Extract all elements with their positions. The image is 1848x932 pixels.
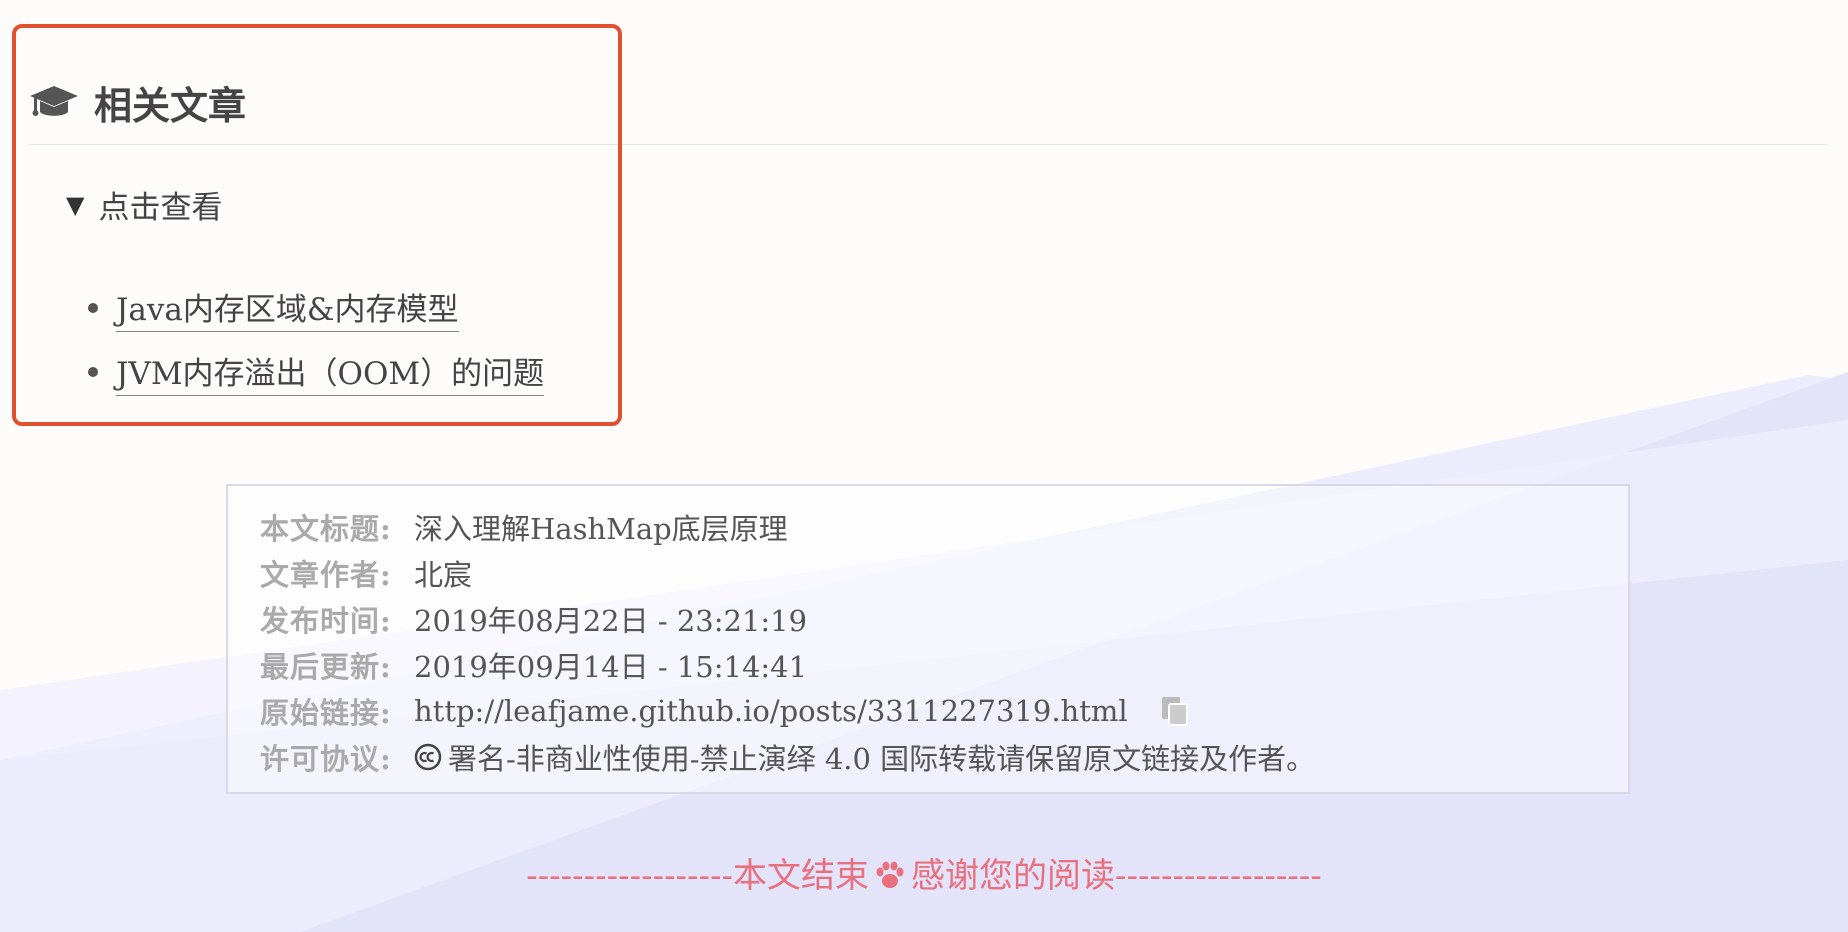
updated-row: 最后更新: 2019年09月14日 - 15:14:41 xyxy=(260,642,1628,688)
details-toggle-label: 点击查看 xyxy=(98,190,223,226)
paw-icon xyxy=(873,859,907,891)
author-row: 文章作者: 北宸 xyxy=(260,550,1628,596)
updated-label: 最后更新: xyxy=(260,650,392,684)
page: 相关文章 ▼ 点击查看 Java内存区域&内存模型 JVM内存溢出（OOM）的问… xyxy=(0,0,1848,932)
list-item: Java内存区域&内存模型 xyxy=(88,276,544,340)
published-label: 发布时间: xyxy=(260,604,392,638)
published-row: 发布时间: 2019年08月22日 - 23:21:19 xyxy=(260,596,1628,642)
related-post-link[interactable]: Java内存区域&内存模型 xyxy=(116,284,459,332)
bullet-icon xyxy=(88,303,98,313)
end-of-article-left: ------------------本文结束 xyxy=(526,856,869,896)
copy-icon[interactable] xyxy=(1160,695,1190,727)
updated-value: 2019年09月14日 - 15:14:41 xyxy=(414,650,808,684)
disclosure-triangle-icon: ▼ xyxy=(66,190,85,219)
post-title-label: 本文标题: xyxy=(260,512,392,546)
post-title-row: 本文标题: 深入理解HashMap底层原理 xyxy=(260,504,1628,550)
original-link-url[interactable]: http://leafjame.github.io/posts/33112273… xyxy=(414,694,1128,728)
copyright-box: 本文标题: 深入理解HashMap底层原理 文章作者: 北宸 发布时间: 201… xyxy=(226,484,1630,794)
creative-commons-icon xyxy=(414,743,442,771)
graduation-cap-icon xyxy=(28,82,80,122)
list-item: JVM内存溢出（OOM）的问题 xyxy=(88,340,545,404)
original-link-label: 原始链接: xyxy=(260,696,392,730)
published-value: 2019年08月22日 - 23:21:19 xyxy=(414,604,808,638)
post-title-value: 深入理解HashMap底层原理 xyxy=(414,512,788,546)
related-posts-list: Java内存区域&内存模型 JVM内存溢出（OOM）的问题 xyxy=(88,276,545,404)
author-value: 北宸 xyxy=(414,558,473,592)
license-row: 许可协议: 署名-非商业性使用-禁止演绎 4.0 国际 转载请保留原文链接及作者… xyxy=(260,734,1628,780)
details-toggle[interactable]: ▼ 点击查看 xyxy=(66,182,222,227)
author-label: 文章作者: xyxy=(260,558,392,592)
license-link[interactable]: 署名-非商业性使用-禁止演绎 4.0 国际 xyxy=(448,736,938,778)
related-posts-section: 相关文章 ▼ 点击查看 Java内存区域&内存模型 JVM内存溢出（OOM）的问… xyxy=(28,60,1828,396)
original-link-row: 原始链接: http://leafjame.github.io/posts/33… xyxy=(260,688,1628,734)
end-of-article-right: 感谢您的阅读------------------ xyxy=(911,856,1322,896)
bullet-icon xyxy=(88,367,98,377)
license-label: 许可协议: xyxy=(260,742,392,776)
license-note: 转载请保留原文链接及作者。 xyxy=(938,742,1316,776)
related-posts-title: 相关文章 xyxy=(94,82,247,128)
related-posts-heading: 相关文章 xyxy=(28,60,1828,144)
heading-divider xyxy=(28,144,1828,145)
related-post-link[interactable]: JVM内存溢出（OOM）的问题 xyxy=(116,348,545,396)
end-of-article: ------------------本文结束 感谢您的阅读-----------… xyxy=(0,848,1848,897)
